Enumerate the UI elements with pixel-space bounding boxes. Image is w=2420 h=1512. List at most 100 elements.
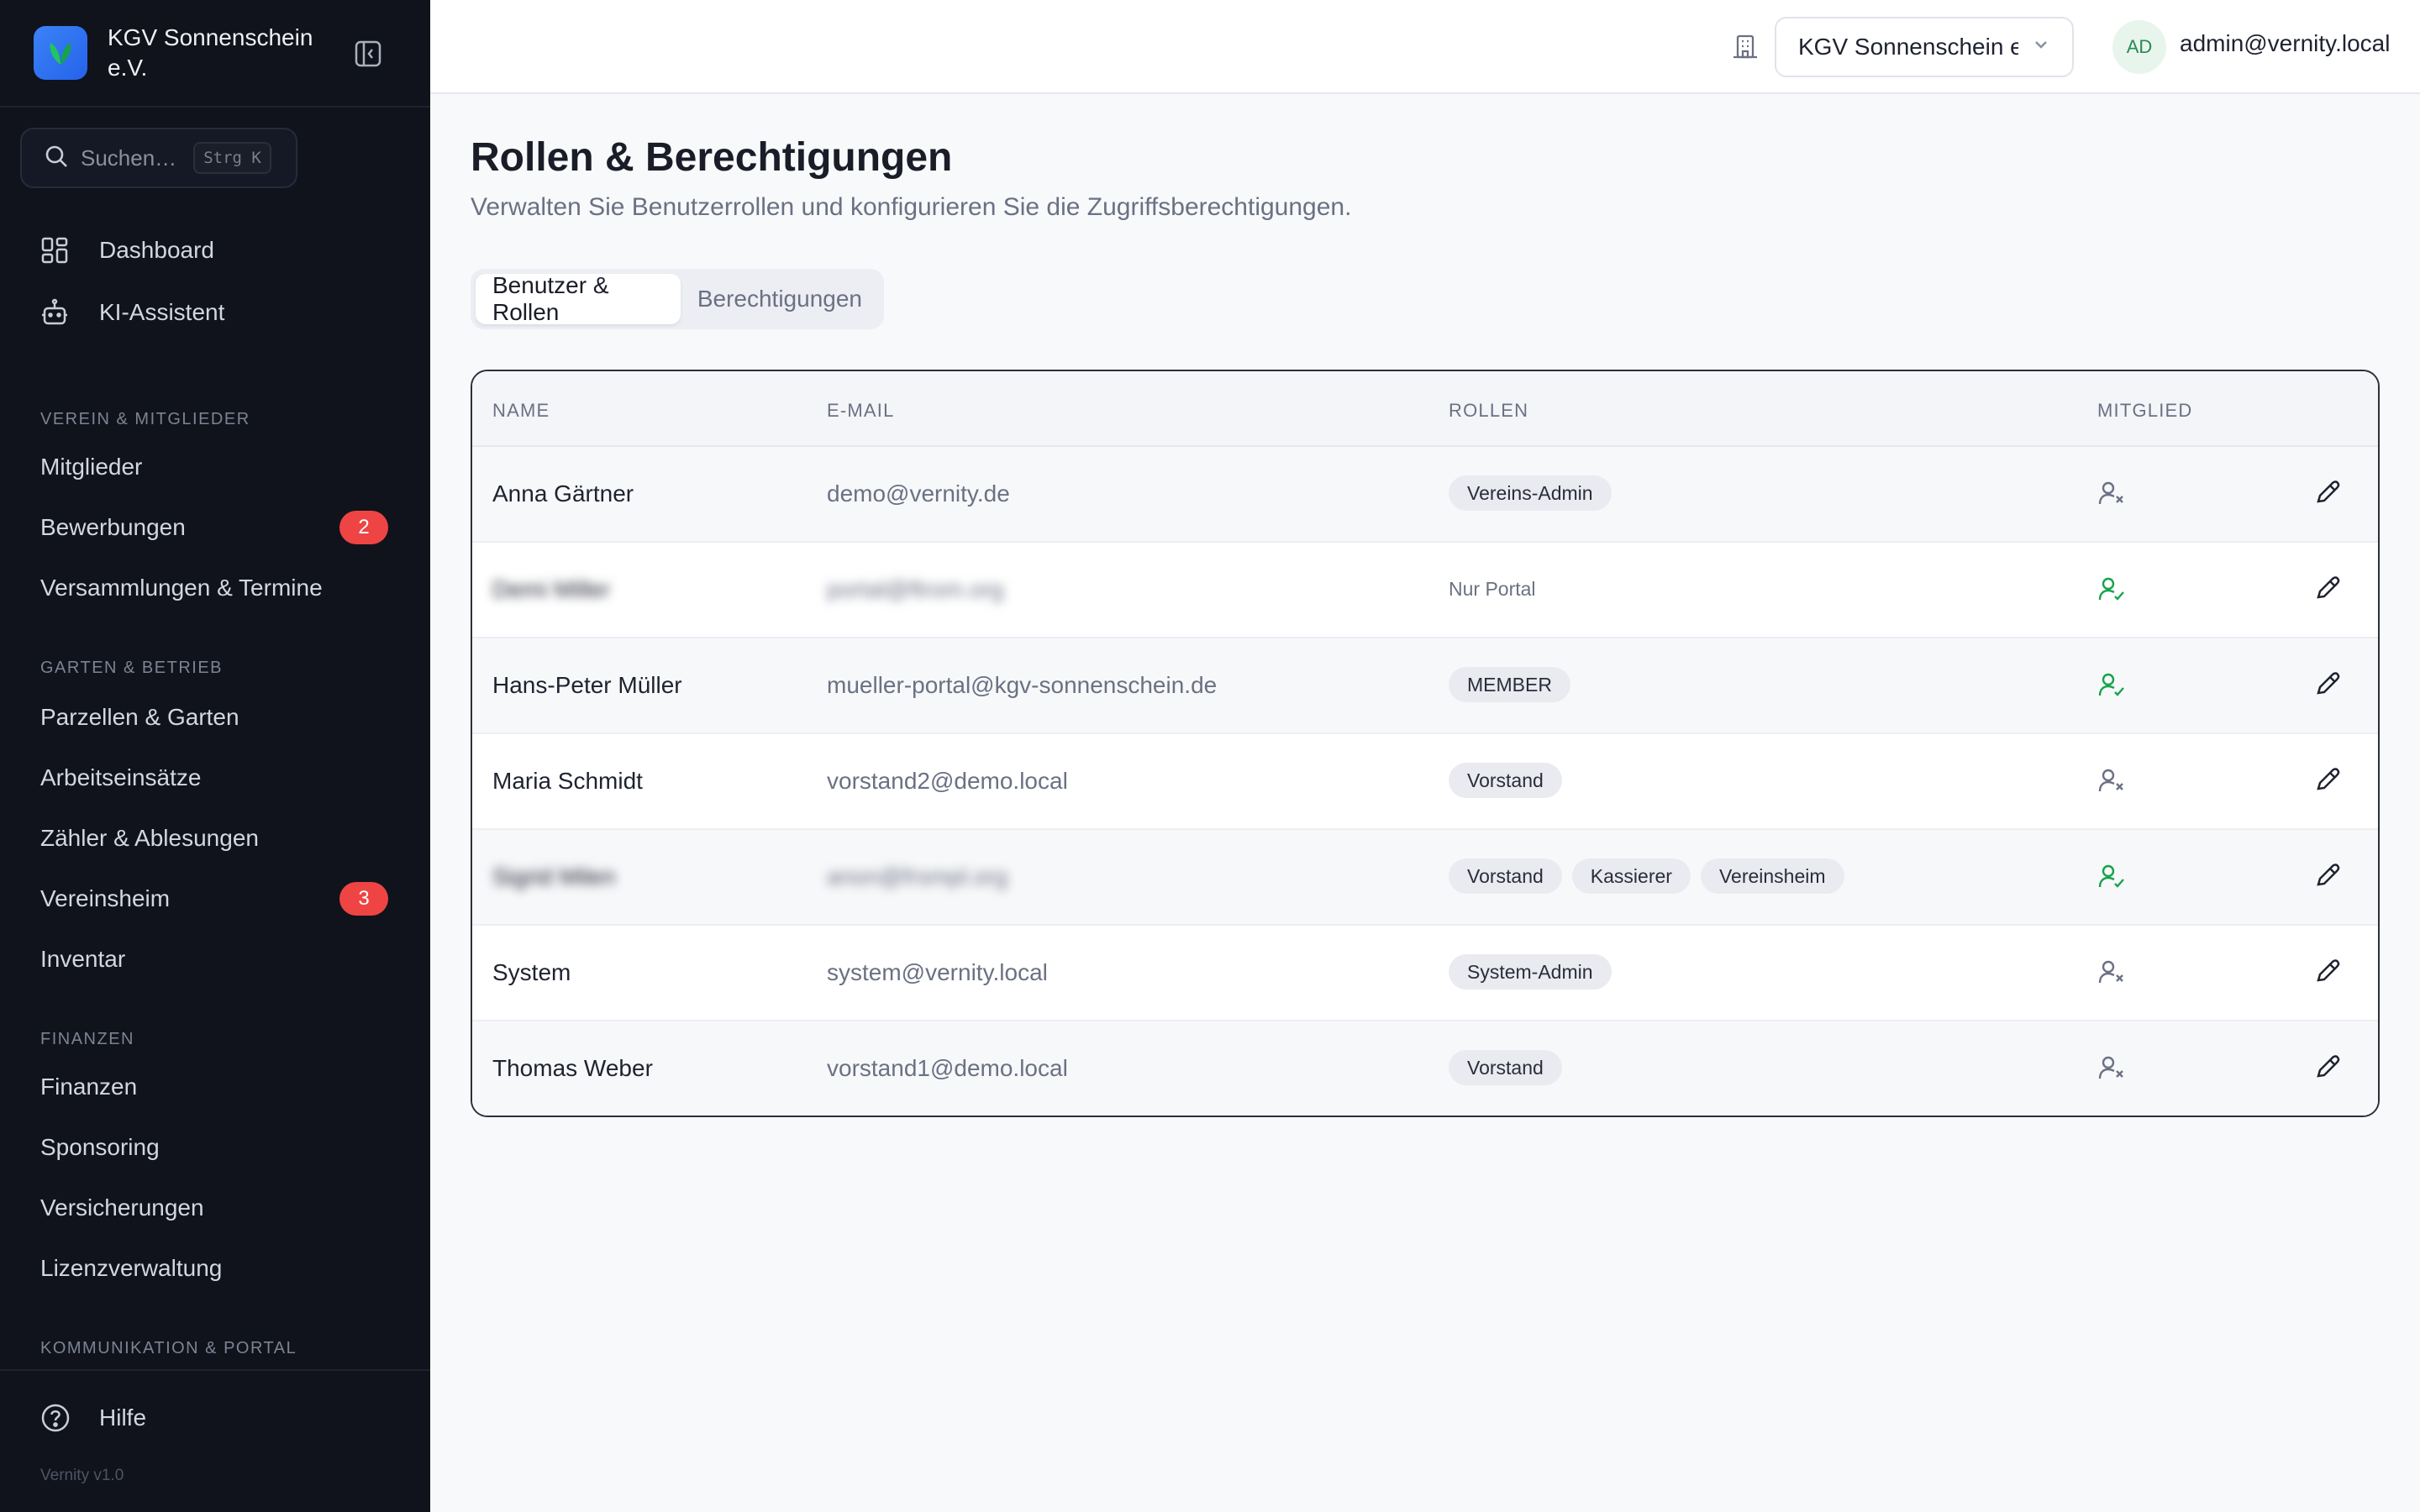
sidebar-item-label: Vereinsheim: [40, 885, 171, 911]
nav-section-title: GARTEN & BETRIEB: [40, 659, 224, 677]
sidebar-item-finanzen[interactable]: Finanzen: [0, 1062, 430, 1112]
user-email[interactable]: admin@vernity.local: [2180, 30, 2390, 57]
tab-benutzer-rollen[interactable]: Benutzer & Rollen: [476, 272, 681, 325]
brand-name: KGV Sonnenschein e.V.: [108, 24, 313, 81]
table-row: Sigrid Milen anon@frsmpl.org Vorstand Kassi…: [472, 830, 2378, 926]
sidebar-item-sponsoring[interactable]: Sponsoring: [0, 1122, 430, 1173]
organization-select[interactable]: KGV Sonnenschein e.V.: [1775, 17, 2074, 77]
sidebar-item-label: Versammlungen & Termine: [40, 575, 323, 601]
cell-email: demo@vernity.de: [827, 480, 1010, 507]
page-subtitle: Verwalten Sie Benutzerrollen und konfigu…: [471, 193, 1352, 221]
edit-pencil-icon[interactable]: [2312, 956, 2343, 990]
sidebar-item-inventar[interactable]: Inventar: [0, 934, 430, 984]
search-input[interactable]: Suchen… Strg K: [20, 128, 297, 188]
cell-name: Hans-Peter Müller: [492, 672, 682, 698]
cell-email: vorstand1@demo.local: [827, 1055, 1068, 1081]
sidebar-item-lizenzverwaltung[interactable]: Lizenzverwaltung: [0, 1243, 430, 1294]
count-badge: 2: [339, 511, 388, 544]
user-check-icon: [2097, 670, 2126, 703]
role-chips: MEMBER: [1449, 667, 1570, 702]
cell-name: Thomas Weber: [492, 1055, 653, 1081]
sidebar-item-hilfe[interactable]: Hilfe: [0, 1393, 430, 1443]
nav-section-title: FINANZEN: [40, 1030, 134, 1048]
sidebar-item-mitglieder[interactable]: Mitglieder: [0, 442, 430, 492]
sidebar-collapse-icon[interactable]: [351, 37, 385, 71]
role-badge: MEMBER: [1449, 667, 1570, 702]
chevron-down-icon: [2030, 34, 2052, 61]
avatar[interactable]: AD: [2112, 20, 2166, 74]
users-roles-table: NAME E-MAIL ROLLEN MITGLIED Anna Gärtner…: [471, 370, 2380, 1117]
sidebar-item-ki-assistent[interactable]: KI-Assistent: [0, 287, 430, 338]
sidebar-item-parzellen[interactable]: Parzellen & Garten: [0, 692, 430, 743]
table-row: Maria Schmidt vorstand2@demo.local Vorstan…: [472, 734, 2378, 830]
page-title: Rollen & Berechtigungen: [471, 135, 953, 180]
brand-logo-icon: [34, 26, 87, 80]
sidebar-item-label: Dashboard: [99, 237, 214, 263]
sidebar-item-bewerbungen[interactable]: Bewerbungen 2: [0, 502, 430, 553]
sidebar-item-arbeitseinsaetze[interactable]: Arbeitseinsätze: [0, 753, 430, 803]
sidebar-item-label: Versicherungen: [40, 1194, 204, 1221]
search-icon: [44, 144, 69, 173]
sidebar-item-label: Parzellen & Garten: [40, 704, 239, 730]
cell-email: system@vernity.local: [827, 959, 1048, 985]
user-check-icon: [2097, 862, 2126, 895]
sidebar-item-zaehler[interactable]: Zähler & Ablesungen: [0, 813, 430, 864]
role-chips: Vorstand: [1449, 763, 1562, 798]
cell-name: Sigrid Milen: [492, 864, 616, 890]
edit-pencil-icon[interactable]: [2312, 573, 2343, 607]
user-x-icon: [2097, 958, 2126, 990]
search-shortcut: Strg K: [193, 142, 271, 174]
sidebar-item-label: Zähler & Ablesungen: [40, 825, 259, 851]
sidebar-item-versicherungen[interactable]: Versicherungen: [0, 1183, 430, 1233]
organization-select-value: KGV Sonnenschein e.V.: [1798, 34, 2018, 60]
table-row: Thomas Weber vorstand1@demo.local Vorstand: [472, 1021, 2378, 1116]
sidebar-item-label: Arbeitseinsätze: [40, 764, 202, 790]
edit-pencil-icon[interactable]: [2312, 477, 2343, 512]
edit-pencil-icon[interactable]: [2312, 669, 2343, 703]
sidebar-item-label: Mitglieder: [40, 454, 143, 480]
topbar: KGV Sonnenschein e.V. AD admin@vernity.l…: [430, 0, 2420, 94]
sidebar-item-label: Finanzen: [40, 1074, 138, 1100]
sidebar-item-vereinsheim[interactable]: Vereinsheim 3: [0, 874, 430, 924]
user-check-icon: [2097, 575, 2126, 607]
column-header-email: E-MAIL: [827, 400, 895, 421]
role-badge: Vorstand: [1449, 1050, 1562, 1085]
sidebar-item-label: Lizenzverwaltung: [40, 1255, 223, 1281]
edit-pencil-icon[interactable]: [2312, 1052, 2343, 1086]
table-header: NAME E-MAIL ROLLEN MITGLIED: [472, 371, 2378, 447]
sidebar-item-label: KI-Assistent: [99, 299, 225, 325]
user-x-icon: [2097, 766, 2126, 799]
sidebar-item-label: Bewerbungen: [40, 514, 186, 540]
help-icon: [40, 1403, 72, 1433]
role-chips: Vorstand Kassierer Vereinsheim: [1449, 858, 1844, 894]
edit-pencil-icon[interactable]: [2312, 860, 2343, 895]
sidebar-item-label: Hilfe: [99, 1404, 147, 1431]
edit-pencil-icon[interactable]: [2312, 764, 2343, 799]
role-chips: Vereins-Admin: [1449, 475, 1612, 511]
search-placeholder: Suchen…: [81, 144, 177, 171]
version-label: Vernity v1.0: [40, 1467, 124, 1484]
cell-email: portal@ftrom.org: [827, 576, 1004, 602]
table-row: Hans-Peter Müller mueller-portal@kgv-sonn…: [472, 638, 2378, 734]
tab-list: Benutzer & Rollen Berechtigungen: [471, 269, 884, 329]
count-badge: 3: [339, 882, 388, 916]
role-badge: Vereins-Admin: [1449, 475, 1612, 511]
sidebar-item-dashboard[interactable]: Dashboard: [0, 225, 430, 276]
building-icon: [1731, 32, 1760, 65]
cell-email: mueller-portal@kgv-sonnenschein.de: [827, 672, 1218, 698]
sidebar-item-versammlungen[interactable]: Versammlungen & Termine: [0, 563, 430, 613]
cell-email: anon@frsmpl.org: [827, 864, 1008, 890]
dashboard-icon: [40, 236, 72, 265]
user-x-icon: [2097, 479, 2126, 512]
tab-berechtigungen[interactable]: Berechtigungen: [681, 274, 879, 324]
cell-name: Anna Gärtner: [492, 480, 634, 507]
nav-section-title: VEREIN & MITGLIEDER: [40, 410, 250, 428]
role-badge: Kassierer: [1571, 858, 1691, 894]
role-chips: Vorstand: [1449, 1050, 1562, 1085]
table-row: Demi Miller portal@ftrom.org Nur Portal: [472, 543, 2378, 638]
sidebar: KGV Sonnenschein e.V. Suchen… Strg K Das…: [0, 0, 430, 1512]
table-body: Anna Gärtner demo@vernity.de Vereins-Admin…: [472, 447, 2378, 1116]
cell-name: Maria Schmidt: [492, 768, 643, 794]
sidebar-divider: [0, 1369, 430, 1371]
column-header-member: MITGLIED: [2097, 400, 2193, 421]
